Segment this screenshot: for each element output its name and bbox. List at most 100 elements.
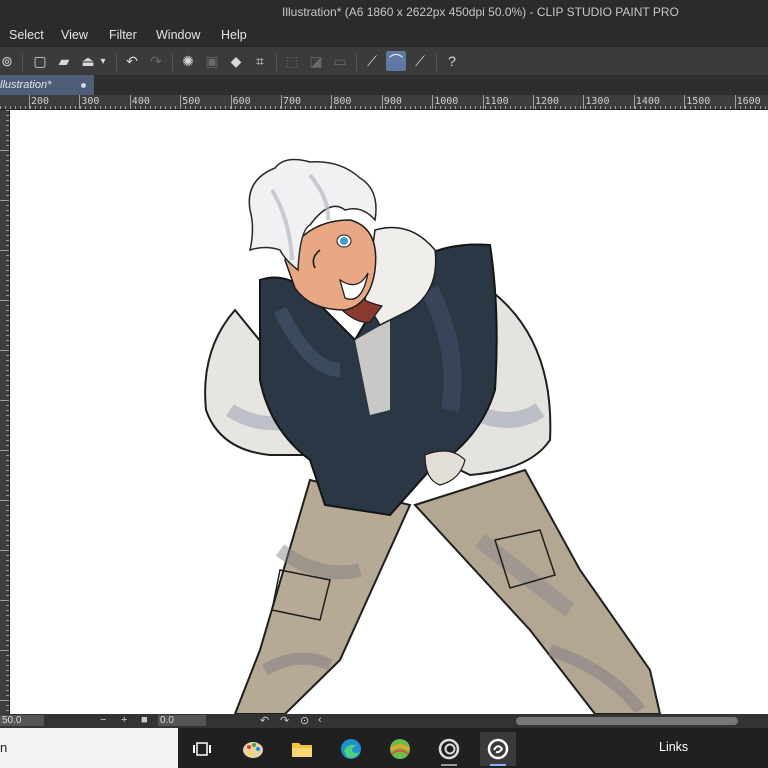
file-explorer-icon[interactable] (284, 732, 320, 766)
ruler-major-tick (533, 95, 534, 109)
ruler-tick (115, 106, 116, 109)
reset-rotation-icon[interactable]: ⊙ (300, 714, 309, 727)
ruler-tick (6, 405, 9, 406)
ruler-tick (6, 415, 9, 416)
drawing-canvas[interactable] (10, 110, 768, 714)
ruler-tick (6, 170, 9, 171)
ruler-tick (6, 685, 9, 686)
pants-left-leg (233, 478, 412, 714)
rotate-left-icon[interactable]: ↶ (260, 714, 269, 727)
zoom-in-icon[interactable]: + (121, 714, 127, 726)
ruler-tick (6, 460, 9, 461)
paint-palette-icon[interactable] (235, 732, 271, 766)
ruler-tick (6, 215, 9, 216)
ruler-tick (205, 106, 206, 109)
ruler-tick (675, 106, 676, 109)
ruler-label: 1600 (736, 96, 761, 107)
clip-studio-icon[interactable] (431, 732, 467, 766)
task-view-icon[interactable] (184, 732, 220, 766)
ruler-tick (315, 106, 316, 109)
invert-selection-icon[interactable]: ◪ (306, 51, 326, 71)
undo-icon[interactable]: ↶ (122, 51, 142, 71)
save-icon[interactable]: ⏏ (78, 51, 98, 71)
ruler-tick (475, 106, 476, 109)
menu-filter[interactable]: Filter (109, 28, 137, 42)
menu-select[interactable]: Select (9, 28, 44, 42)
new-canvas-icon[interactable]: ▢ (30, 51, 50, 71)
app-globe-icon[interactable] (382, 732, 418, 766)
open-folder-icon[interactable]: ▰ (54, 51, 74, 71)
ruler-label: 900 (383, 96, 402, 107)
ruler-major-tick (281, 95, 282, 109)
chevron-down-icon[interactable]: ▾ (96, 51, 110, 71)
ruler-tick (60, 106, 61, 109)
snap-ruler-icon[interactable]: ⟋ (362, 51, 382, 71)
ruler-major-tick (684, 95, 686, 109)
loading-spinner-icon[interactable]: ✺ (178, 51, 198, 71)
rotation-field[interactable]: 0.0 (158, 715, 206, 726)
command-bar: ⊚ ▢ ▰ ⏏ ▾ ↶ ↷ ✺ ▣ ◆ ⌗ ⬚ ◪ ▭ ⟋ ⌒ ⟋ ? (0, 46, 768, 76)
ruler-tick (125, 106, 126, 109)
ruler-tick (6, 245, 9, 246)
ruler-tick (0, 300, 9, 301)
ruler-tick (510, 106, 511, 109)
clear-icon[interactable]: ▣ (202, 51, 222, 71)
ruler-tick (5, 106, 6, 109)
clip-studio-icon[interactable]: ⊚ (0, 51, 17, 71)
zoom-field[interactable]: 50.0 (0, 715, 44, 726)
ruler-major-tick (734, 95, 736, 109)
ruler-tick (6, 435, 9, 436)
crop-transform-icon[interactable]: ⌗ (250, 51, 270, 71)
ruler-tick (6, 660, 9, 661)
ruler-tick (6, 320, 9, 321)
fill-icon[interactable]: ◆ (226, 51, 246, 71)
ruler-tick (6, 115, 9, 116)
rotate-right-icon[interactable]: ↷ (280, 714, 289, 727)
ruler-tick (0, 450, 9, 451)
edge-browser-icon[interactable] (333, 732, 369, 766)
zoom-out-icon[interactable]: − (100, 714, 106, 726)
ruler-tick (6, 455, 9, 456)
ruler-tick (175, 106, 176, 109)
menu-help[interactable]: Help (221, 28, 247, 42)
toolbar-separator (356, 53, 357, 71)
select-all-icon[interactable]: ⬚ (282, 51, 302, 71)
tab-illustration[interactable]: llustration* (0, 75, 94, 95)
redo-icon[interactable]: ↷ (146, 51, 166, 71)
taskbar-search[interactable]: n (0, 728, 178, 768)
ruler-tick (50, 106, 51, 109)
ruler-tick (720, 106, 721, 109)
links-toolbar[interactable]: Links (659, 740, 688, 754)
deselect-icon[interactable]: ▭ (330, 51, 350, 71)
horizontal-ruler: 200 300 400 500 600 700 800 900 1000 1100 1200 1300… (0, 95, 768, 110)
menu-window[interactable]: Window (156, 28, 200, 42)
fit-icon[interactable]: ■ (141, 714, 148, 726)
windows-taskbar: n Links (0, 728, 768, 768)
help-icon[interactable]: ? (442, 51, 462, 71)
clip-studio-paint-icon[interactable] (480, 732, 516, 766)
ruler-tick (6, 475, 9, 476)
ruler-label: 500 (182, 96, 201, 107)
tab-label: llustration* (0, 79, 52, 91)
ruler-tick (6, 145, 9, 146)
active-indicator (490, 764, 506, 766)
ruler-tick (6, 315, 9, 316)
ruler-major-tick (180, 95, 182, 109)
ruler-tick (6, 175, 9, 176)
menu-view[interactable]: View (61, 28, 88, 42)
ruler-tick (170, 106, 171, 109)
ruler-tick (6, 360, 9, 361)
ruler-tick (425, 106, 426, 109)
snap-special-ruler-icon[interactable]: ⌒ (386, 51, 406, 71)
ruler-tick (6, 440, 9, 441)
ruler-tick (6, 505, 9, 506)
close-tab-icon[interactable] (81, 83, 86, 88)
ruler-tick (6, 665, 9, 666)
ruler-label: 1400 (635, 96, 660, 107)
snap-grid-icon[interactable]: ⟋ (410, 51, 430, 71)
ruler-tick (6, 235, 9, 236)
ruler-tick (6, 640, 9, 641)
horizontal-scrollbar[interactable] (516, 717, 738, 725)
ruler-tick (6, 580, 9, 581)
scroll-left-icon[interactable]: ‹ (318, 714, 322, 726)
